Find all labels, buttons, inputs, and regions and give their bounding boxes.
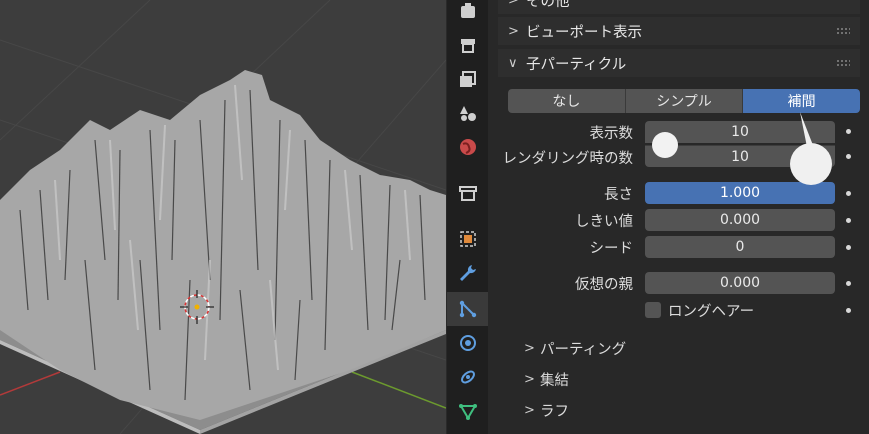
grass-scene xyxy=(0,0,446,434)
subpanel-title: ラフ xyxy=(540,404,569,420)
collection-tab[interactable] xyxy=(447,176,489,210)
pointer-marker xyxy=(652,132,678,158)
keyframe-dot-icon[interactable] xyxy=(846,218,851,223)
constraints-tab[interactable] xyxy=(447,360,489,394)
physics-icon xyxy=(460,335,476,351)
particles-icon xyxy=(459,300,477,318)
panel-title: 子パーティクル xyxy=(526,56,627,73)
chevron-right-icon: > xyxy=(524,341,535,356)
length-label: 長さ xyxy=(604,187,633,203)
other-panel-header[interactable]: > その他 xyxy=(498,0,860,14)
render-icon xyxy=(461,39,475,53)
data-icon xyxy=(459,404,477,420)
chevron-right-icon: > xyxy=(508,0,519,8)
render-amount-label: レンダリング時の数 xyxy=(502,151,634,167)
keyframe-dot-icon[interactable] xyxy=(846,245,851,250)
keyframe-dot-icon[interactable] xyxy=(846,308,851,313)
display-amount-label: 表示数 xyxy=(589,126,634,142)
tool-icon xyxy=(461,3,475,18)
child-type-simple-button[interactable]: シンプル xyxy=(625,89,744,113)
render-tab[interactable] xyxy=(447,28,489,62)
seed-label: シード xyxy=(589,241,634,257)
seed-field[interactable]: 0 xyxy=(645,236,835,258)
3d-viewport[interactable] xyxy=(0,0,446,434)
constraints-icon xyxy=(461,370,475,384)
properties-tab-bar xyxy=(446,0,489,434)
physics-tab[interactable] xyxy=(447,326,489,360)
scene-tab[interactable] xyxy=(447,130,489,164)
subpanel-title: パーティング xyxy=(540,342,627,358)
panel-title: ビューポート表示 xyxy=(526,24,642,41)
wrench-icon xyxy=(460,265,476,281)
collection-icon xyxy=(459,186,477,201)
chevron-down-icon: ∨ xyxy=(508,55,518,71)
long-hair-checkbox[interactable] xyxy=(645,302,661,318)
object-tab[interactable] xyxy=(447,222,489,256)
object-icon xyxy=(460,231,476,247)
particles-tab[interactable] xyxy=(447,292,489,326)
threshold-field[interactable]: 0.000 xyxy=(645,209,835,231)
panel-title: その他 xyxy=(526,0,570,10)
subpanel-title: 集結 xyxy=(540,373,569,389)
clumping-subpanel-header[interactable]: > 集結 xyxy=(524,369,569,390)
data-tab[interactable] xyxy=(447,394,489,428)
properties-editor: > その他 > ビューポート表示 ∨ 子パーティクル なし シンプル 補間 表示… xyxy=(488,0,869,434)
output-icon xyxy=(460,71,476,87)
children-panel-header[interactable]: ∨ 子パーティクル xyxy=(498,49,860,77)
long-hair-label: ロングヘアー xyxy=(668,304,755,320)
output-tab[interactable] xyxy=(447,62,489,96)
chevron-right-icon: > xyxy=(524,372,535,387)
parting-subpanel-header[interactable]: > パーティング xyxy=(524,338,626,359)
drag-handle-icon[interactable] xyxy=(836,27,850,35)
keyframe-dot-icon[interactable] xyxy=(846,191,851,196)
virtual-parents-field[interactable]: 0.000 xyxy=(645,272,835,294)
child-type-none-button[interactable]: なし xyxy=(508,89,626,113)
chevron-right-icon: > xyxy=(508,23,519,39)
roughness-subpanel-header[interactable]: > ラフ xyxy=(524,400,569,421)
drag-handle-icon[interactable] xyxy=(836,59,850,67)
keyframe-dot-icon[interactable] xyxy=(846,281,851,286)
view-layer-tab[interactable] xyxy=(447,96,489,130)
chevron-right-icon: > xyxy=(524,403,535,418)
pointer-callout-circle xyxy=(790,143,832,185)
tool-tab[interactable] xyxy=(447,0,489,28)
modifier-tab[interactable] xyxy=(447,256,489,290)
virtual-parents-label: 仮想の親 xyxy=(575,277,633,293)
view-layer-icon xyxy=(460,106,476,121)
threshold-label: しきい値 xyxy=(575,214,633,230)
viewport-display-panel-header[interactable]: > ビューポート表示 xyxy=(498,17,860,45)
scene-icon xyxy=(460,139,476,155)
